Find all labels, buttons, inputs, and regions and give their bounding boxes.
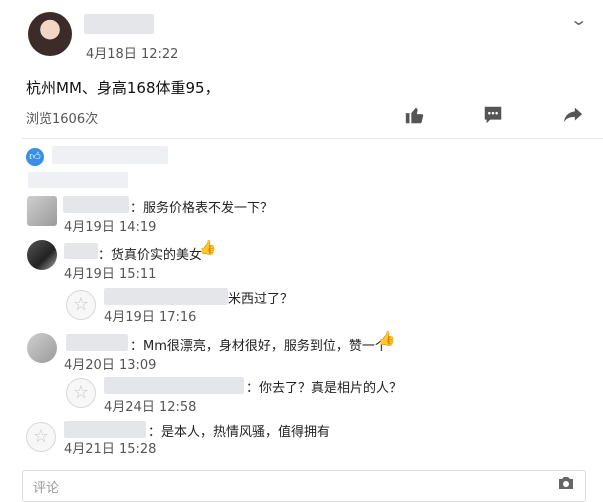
comment-time: 4月19日 15:11 [64,267,157,282]
commenter-avatar[interactable] [27,196,57,226]
star-avatar-icon[interactable]: ☆ [66,290,96,320]
commenter-name-redacted[interactable] [64,421,146,438]
commenter-name-redacted[interactable] [64,243,98,259]
comment-text: ：Mm很漂亮，身材很好，服务到位，赞一个 [130,339,388,354]
reply-text: ：你去了？真是相片的人？ [246,381,403,396]
comment-time: 4月21日 15:28 [64,442,157,457]
comment-input[interactable]: 评论 [22,470,586,502]
chevron-down-icon[interactable]: ⌄ [569,10,588,29]
comment-time: 4月19日 14:19 [64,220,157,235]
comment-input-placeholder: 评论 [33,481,60,496]
comment-bubble-icon[interactable] [482,104,504,126]
commenter-name-redacted[interactable] [63,196,129,213]
reply-time: 4月19日 17:16 [104,310,197,325]
post-time: 4月18日 12:22 [86,47,179,62]
thumbs-up-emoji-icon: 👍 [378,331,396,347]
star-avatar-icon[interactable]: ☆ [66,378,96,408]
star-avatar-icon[interactable]: ☆ [26,422,56,452]
post-author-avatar[interactable] [28,12,72,56]
commenter-name-redacted[interactable] [104,288,228,305]
divider [22,138,603,139]
commenter-name-redacted[interactable] [66,334,128,351]
post-author-name-redacted[interactable] [84,14,154,34]
thumbs-up-emoji-icon: 👍 [199,240,217,256]
comment-time: 4月20日 13:09 [64,358,157,373]
commenter-name-redacted[interactable] [104,377,244,394]
commenter-avatar[interactable] [27,240,57,270]
post-text: 杭州MM、身高168体重95， [26,79,220,97]
like-badge-icon: 👍︎ [26,148,44,166]
comment-text: ：是本人，热情风骚，值得拥有 [148,425,331,440]
share-arrow-icon[interactable] [562,104,584,126]
commenter-avatar[interactable] [27,333,57,363]
thumbs-up-icon[interactable] [404,104,426,126]
camera-icon[interactable] [557,475,575,489]
comment-text: ：服务价格表不发一下？ [130,201,274,216]
reply-time: 4月24日 12:58 [104,400,197,415]
comment-text: ：货真价实的美女 [98,248,203,263]
reply-text: 米西过了？ [228,292,294,307]
liker-names-redacted [52,146,168,164]
view-count: 浏览1606次 [26,112,99,127]
liker-names-redacted-2 [28,172,128,188]
